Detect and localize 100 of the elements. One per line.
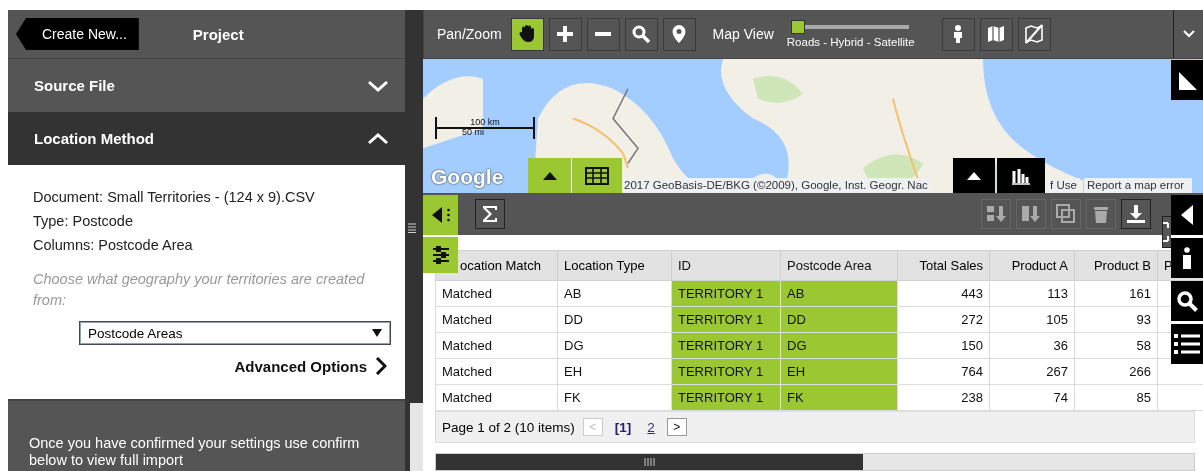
table-cell: 113 (989, 280, 1075, 307)
info-button[interactable] (1171, 238, 1203, 278)
map-tool-button[interactable] (548, 17, 582, 51)
table-cell: DD (780, 306, 898, 333)
table-cell: TERRITORY 1 (671, 358, 781, 385)
map-tool-button[interactable] (662, 17, 696, 51)
page-link[interactable]: 2 (647, 419, 655, 435)
table-cell: EH (780, 358, 898, 385)
table-cell: 443 (897, 280, 990, 307)
table-cell: DD (557, 306, 672, 333)
table-cell: 93 (1074, 306, 1158, 333)
slider-caption: Roads - Hybrid - Satellite (786, 36, 916, 48)
table-view-button[interactable] (572, 158, 622, 193)
table-cell: Matched (435, 332, 558, 359)
minus-icon (595, 32, 612, 36)
table-cell: Matched (435, 358, 558, 385)
toolbar-label: Pan/Zoom (437, 26, 502, 42)
table-cell: 85 (1074, 384, 1158, 411)
detail-text: Document: Small Territories - (124 x 9).CSV (33, 188, 316, 207)
table-cell: TERRITORY 1 (671, 280, 781, 307)
search-button[interactable] (1171, 281, 1203, 321)
collapse-map-button[interactable] (528, 158, 571, 193)
table-cell: 58 (1074, 332, 1158, 359)
map-off-icon (1024, 24, 1045, 44)
chevron-up-icon (367, 130, 389, 147)
table-cell: Matched (435, 280, 558, 307)
map-logo: Google (431, 165, 504, 189)
search-icon (631, 24, 652, 44)
page-link[interactable]: [1] (614, 419, 632, 435)
panel-title: Project (192, 25, 244, 43)
map-tool-button[interactable] (1017, 17, 1051, 51)
table-cell: 74 (989, 384, 1075, 411)
report-map-error-link[interactable]: Report a map error (1083, 178, 1193, 193)
expand-panel-button[interactable] (1171, 195, 1203, 235)
triangle-up-icon (967, 171, 981, 180)
download-icon (1126, 204, 1146, 224)
column-settings-tab[interactable] (423, 237, 458, 273)
sigma-icon (480, 204, 500, 224)
table-cell: Matched (435, 306, 558, 333)
horizontal-scrollbar[interactable] (435, 453, 1195, 471)
hint-text: Choose what geography your territories are created from: (33, 270, 365, 310)
column-header[interactable]: ID (678, 258, 691, 273)
instruction-text: Once you have confirmed your settings use confirm below to view full import (29, 435, 361, 469)
trash-icon (1091, 204, 1111, 224)
triangle-up-icon (542, 171, 557, 180)
table-cell: Matched (435, 384, 558, 411)
scrollbar-thumb[interactable] (436, 454, 863, 470)
chart-view-button[interactable] (997, 158, 1045, 193)
table-cell: 150 (897, 332, 990, 359)
section-header[interactable]: Location Method (8, 112, 405, 165)
create-new-button[interactable]: Create New... (16, 18, 139, 50)
map-tool-button[interactable] (941, 17, 975, 51)
checklist-down-icon (986, 204, 1006, 224)
map-tool-button[interactable] (624, 17, 658, 51)
advanced-options-link[interactable]: Advanced Options (234, 357, 387, 375)
detail-text: Type: Postcode (33, 212, 134, 231)
terms-link[interactable]: f Use (1047, 178, 1080, 193)
table-cell: 161 (1074, 280, 1158, 307)
table-cell: FK (780, 384, 898, 411)
section-title: Source File (34, 77, 115, 94)
expand-icon (1163, 222, 1169, 242)
next-page-button[interactable]: > (666, 418, 687, 436)
plus-icon (555, 24, 576, 44)
grid-tool-button[interactable] (475, 199, 505, 229)
map-attribution: 2017 GeoBasis-DE/BKG (©2009), Google, Inst. Geogr. Nac (622, 178, 930, 193)
slider-thumb[interactable] (790, 20, 805, 34)
table-cell: FK (557, 384, 672, 411)
map-tool-button[interactable] (979, 17, 1013, 51)
page-summary: Page 1 of 2 (10 items) (442, 419, 575, 435)
table-cell: 105 (989, 306, 1075, 333)
table-cell: TERRITORY 1 (671, 332, 781, 359)
dots-icon (446, 208, 450, 222)
table-cell: TERRITORY 1 (671, 384, 781, 411)
chevron-down-icon (1182, 30, 1195, 38)
arrow-left-icon (431, 207, 442, 223)
map-tool-button[interactable] (586, 17, 620, 51)
grid-tool-button[interactable] (1121, 199, 1151, 229)
corner-triangle-icon (1177, 70, 1197, 90)
table-cell: AB (780, 280, 898, 307)
table-cell: DG (557, 332, 672, 359)
table-cell: 272 (897, 306, 990, 333)
splitter-thumb[interactable] (410, 403, 423, 471)
map-icon (986, 24, 1007, 44)
map-tool-button[interactable] (510, 17, 544, 51)
list-button[interactable] (1171, 324, 1203, 364)
scale-bar: 100 km 50 mi (435, 117, 535, 139)
corner-toggle-button[interactable] (1171, 60, 1203, 100)
toolbar-label: Map View (712, 26, 774, 42)
collapse-chart-button[interactable] (953, 158, 995, 193)
chevron-right-icon (375, 357, 387, 375)
collapse-panel-tab[interactable] (423, 195, 458, 235)
table-cell: DG (780, 332, 898, 359)
table-cell: TERRITORY 1 (671, 306, 781, 333)
geography-select[interactable]: Postcode Areas (79, 321, 391, 345)
section-title: Location Method (34, 130, 154, 147)
expand-button[interactable] (1162, 216, 1171, 248)
splitter-bar[interactable] (405, 10, 423, 471)
detail-text: Columns: Postcode Area (33, 236, 194, 255)
grip-icon (408, 223, 416, 233)
table-cell: EH (557, 358, 672, 385)
